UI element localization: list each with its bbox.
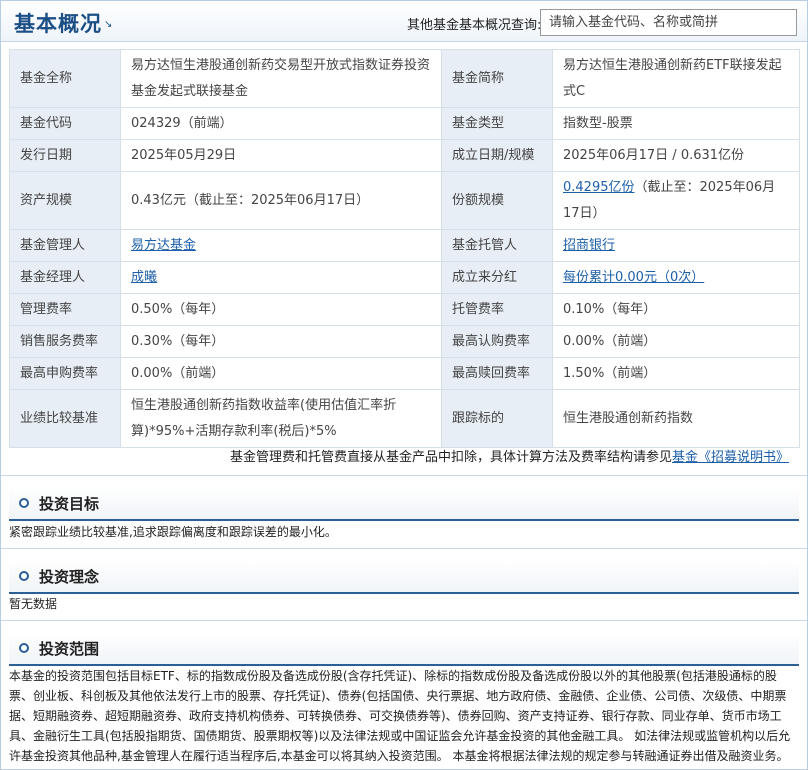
asset-label: 资产规模 [9, 171, 121, 230]
section-title: 投资范围 [39, 640, 100, 658]
table-row: 基金经理人 成曦 成立来分红 每份累计0.00元（0次） [9, 261, 800, 294]
table-row: 发行日期 2025年05月29日 成立日期/规模 2025年06月17日 / 0… [9, 139, 800, 172]
issue-date-value: 2025年05月29日 [120, 139, 442, 172]
sales-fee-value: 0.30%（每年） [120, 325, 442, 358]
divider [1, 548, 807, 549]
custodian-value: 招商银行 [552, 229, 800, 262]
establish-label: 成立日期/规模 [441, 139, 553, 172]
tracking-value: 恒生港股通创新药指数 [552, 389, 800, 448]
prospectus-link[interactable]: 基金《招募说明书》 [672, 450, 789, 465]
benchmark-label: 业绩比较基准 [9, 389, 121, 448]
issue-date-label: 发行日期 [9, 139, 121, 172]
query-label: 其他基金基本概况查询: [407, 18, 542, 33]
full-name-label: 基金全称 [9, 49, 121, 108]
benchmark-value: 恒生港股通创新药指数收益率(使用估值汇率折算)*95%+活期存款利率(税后)*5… [120, 389, 442, 448]
fund-manager-value: 成曦 [120, 261, 442, 294]
section-header-idea: 投资理念 [9, 560, 799, 594]
fee-note-text: 基金管理费和托管费直接从基金产品中扣除，具体计算方法及费率结构请参见 [229, 450, 672, 465]
table-row: 最高申购费率 0.00%（前端） 最高赎回费率 1.50%（前端） [9, 357, 800, 390]
max-purchase-label: 最高申购费率 [9, 357, 121, 390]
divider [1, 620, 807, 621]
asset-value: 0.43亿元（截止至：2025年06月17日） [120, 171, 442, 230]
short-name-label: 基金简称 [441, 49, 553, 108]
max-redeem-label: 最高赎回费率 [441, 357, 553, 390]
tracking-label: 跟踪标的 [441, 389, 553, 448]
custodian-link[interactable]: 招商银行 [563, 238, 615, 253]
fund-manager-link[interactable]: 成曦 [131, 270, 157, 285]
fund-manager-label: 基金经理人 [9, 261, 121, 294]
short-name-value: 易方达恒生港股通创新药ETF联接发起式C [552, 49, 800, 108]
table-row: 基金管理人 易方达基金 基金托管人 招商银行 [9, 229, 800, 262]
fee-note: 基金管理费和托管费直接从基金产品中扣除，具体计算方法及费率结构请参见基金《招募说… [230, 446, 789, 465]
type-value: 指数型-股票 [552, 107, 800, 140]
idea-text: 暂无数据 [9, 597, 58, 611]
bullet-icon [19, 643, 29, 653]
share-value: 0.4295亿份（截止至：2025年06月17日） [552, 171, 800, 230]
fund-info-table: 基金全称 易方达恒生港股通创新药交易型开放式指数证券投资基金发起式联接基金 基金… [9, 49, 800, 448]
manager-link[interactable]: 易方达基金 [131, 238, 196, 253]
code-label: 基金代码 [9, 107, 121, 140]
dividend-value: 每份累计0.00元（0次） [552, 261, 800, 294]
table-row: 基金全称 易方达恒生港股通创新药交易型开放式指数证券投资基金发起式联接基金 基金… [9, 49, 800, 108]
mgmt-fee-value: 0.50%（每年） [120, 293, 442, 326]
section-header-goal: 投资目标 [9, 487, 799, 521]
dividend-link[interactable]: 每份累计0.00元（0次） [563, 270, 704, 285]
max-purchase-value: 0.00%（前端） [120, 357, 442, 390]
divider [1, 475, 807, 476]
max-subscribe-label: 最高认购费率 [441, 325, 553, 358]
full-name-value: 易方达恒生港股通创新药交易型开放式指数证券投资基金发起式联接基金 [120, 49, 442, 108]
custody-fee-label: 托管费率 [441, 293, 553, 326]
manager-label: 基金管理人 [9, 229, 121, 262]
table-row: 业绩比较基准 恒生港股通创新药指数收益率(使用估值汇率折算)*95%+活期存款利… [9, 389, 800, 448]
panel-header: 基本概况 ↘ 其他基金基本概况查询: [1, 1, 807, 42]
scope-text: 本基金的投资范围包括目标ETF、标的指数成份股及备选成份股(含存托凭证)、除标的… [9, 669, 791, 763]
bullet-icon [19, 571, 29, 581]
max-subscribe-value: 0.00%（前端） [552, 325, 800, 358]
establish-value: 2025年06月17日 / 0.631亿份 [552, 139, 800, 172]
expand-arrow-icon[interactable]: ↘ [104, 19, 112, 30]
sales-fee-label: 销售服务费率 [9, 325, 121, 358]
section-title: 投资理念 [39, 568, 100, 586]
mgmt-fee-label: 管理费率 [9, 293, 121, 326]
custody-fee-value: 0.10%（每年） [552, 293, 800, 326]
dividend-label: 成立来分红 [441, 261, 553, 294]
manager-value: 易方达基金 [120, 229, 442, 262]
custodian-label: 基金托管人 [441, 229, 553, 262]
fund-overview-panel: 基本概况 ↘ 其他基金基本概况查询: 基金全称 易方达恒生港股通创新药交易型开放… [0, 0, 808, 770]
code-value: 024329（前端） [120, 107, 442, 140]
page-title: 基本概况 [14, 12, 102, 36]
table-row: 基金代码 024329（前端） 基金类型 指数型-股票 [9, 107, 800, 140]
type-label: 基金类型 [441, 107, 553, 140]
share-label: 份额规模 [441, 171, 553, 230]
goal-text: 紧密跟踪业绩比较基准,追求跟踪偏离度和跟踪误差的最小化。 [9, 525, 337, 539]
bullet-icon [19, 498, 29, 508]
max-redeem-value: 1.50%（前端） [552, 357, 800, 390]
table-row: 资产规模 0.43亿元（截止至：2025年06月17日） 份额规模 0.4295… [9, 171, 800, 230]
fund-search-input[interactable] [540, 9, 797, 36]
share-size-link[interactable]: 0.4295亿份 [563, 180, 635, 195]
section-header-scope: 投资范围 [9, 632, 799, 666]
table-row: 管理费率 0.50%（每年） 托管费率 0.10%（每年） [9, 293, 800, 326]
table-row: 销售服务费率 0.30%（每年） 最高认购费率 0.00%（前端） [9, 325, 800, 358]
section-title: 投资目标 [39, 495, 100, 513]
